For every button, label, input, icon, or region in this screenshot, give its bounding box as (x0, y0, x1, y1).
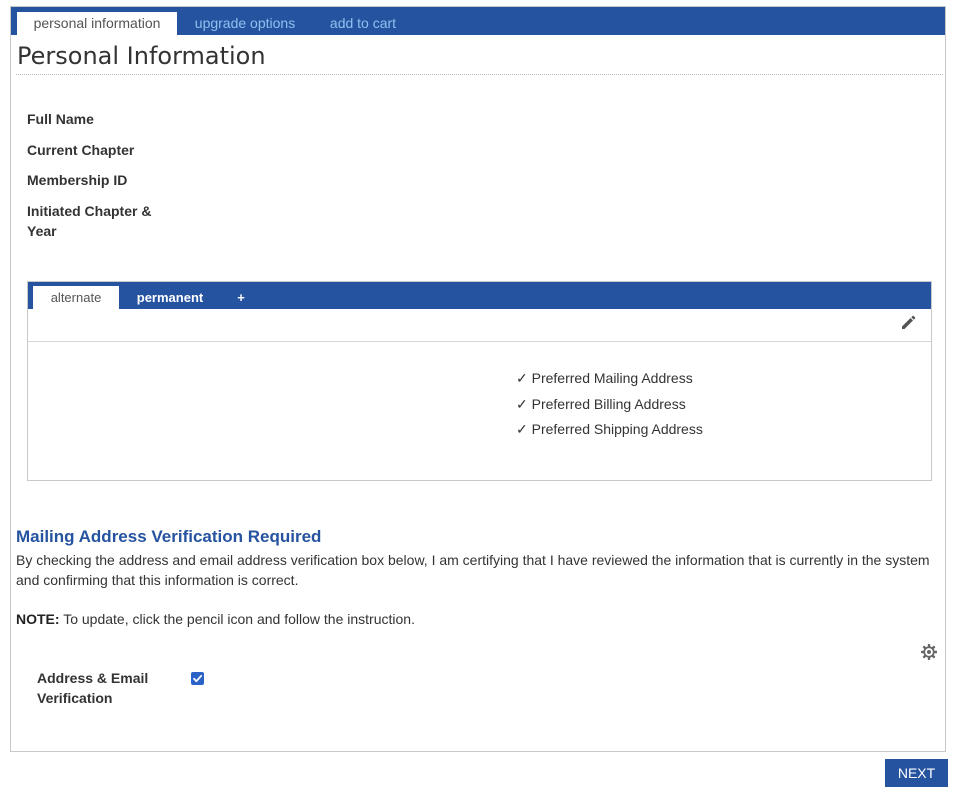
preferred-shipping-address: ✓ Preferred Shipping Address (516, 421, 703, 437)
page-title: Personal Information (17, 42, 266, 70)
tab-permanent-address[interactable]: permanent (124, 286, 216, 309)
pencil-icon[interactable] (899, 314, 917, 332)
verification-note: NOTE: To update, click the pencil icon a… (16, 609, 415, 629)
address-panel: alternate permanent + ✓ Preferred Mailin… (27, 281, 932, 481)
checkmark-icon (193, 674, 203, 683)
label-initiated-chapter-year: Initiated Chapter & Year (27, 203, 152, 239)
tab-upgrade-options[interactable]: upgrade options (185, 12, 305, 35)
tab-add-address[interactable]: + (228, 286, 254, 309)
label-full-name: Full Name (27, 111, 94, 127)
tab-personal-information[interactable]: personal information (17, 12, 177, 35)
gear-icon[interactable] (920, 643, 938, 661)
verification-title: Mailing Address Verification Required (16, 527, 322, 546)
verification-checkbox[interactable] (191, 672, 204, 685)
top-tab-bar: personal information upgrade options add… (11, 7, 945, 35)
preferred-mailing-address: ✓ Preferred Mailing Address (516, 370, 693, 386)
verification-text: By checking the address and email addres… (16, 552, 930, 588)
address-divider (28, 341, 931, 342)
label-current-chapter: Current Chapter (27, 142, 135, 158)
tab-add-to-cart[interactable]: add to cart (317, 12, 409, 35)
note-label: NOTE: (16, 611, 60, 627)
verification-checkbox-label: Address & Email Verification (37, 670, 149, 706)
next-button[interactable]: NEXT (885, 759, 948, 787)
preferred-billing-address: ✓ Preferred Billing Address (516, 396, 686, 412)
main-panel: personal information upgrade options add… (10, 6, 946, 752)
note-text: To update, click the pencil icon and fol… (59, 611, 415, 627)
label-membership-id: Membership ID (27, 172, 128, 188)
tab-alternate-address[interactable]: alternate (33, 286, 119, 309)
title-divider (16, 74, 943, 75)
address-tab-bar: alternate permanent + (28, 282, 931, 309)
